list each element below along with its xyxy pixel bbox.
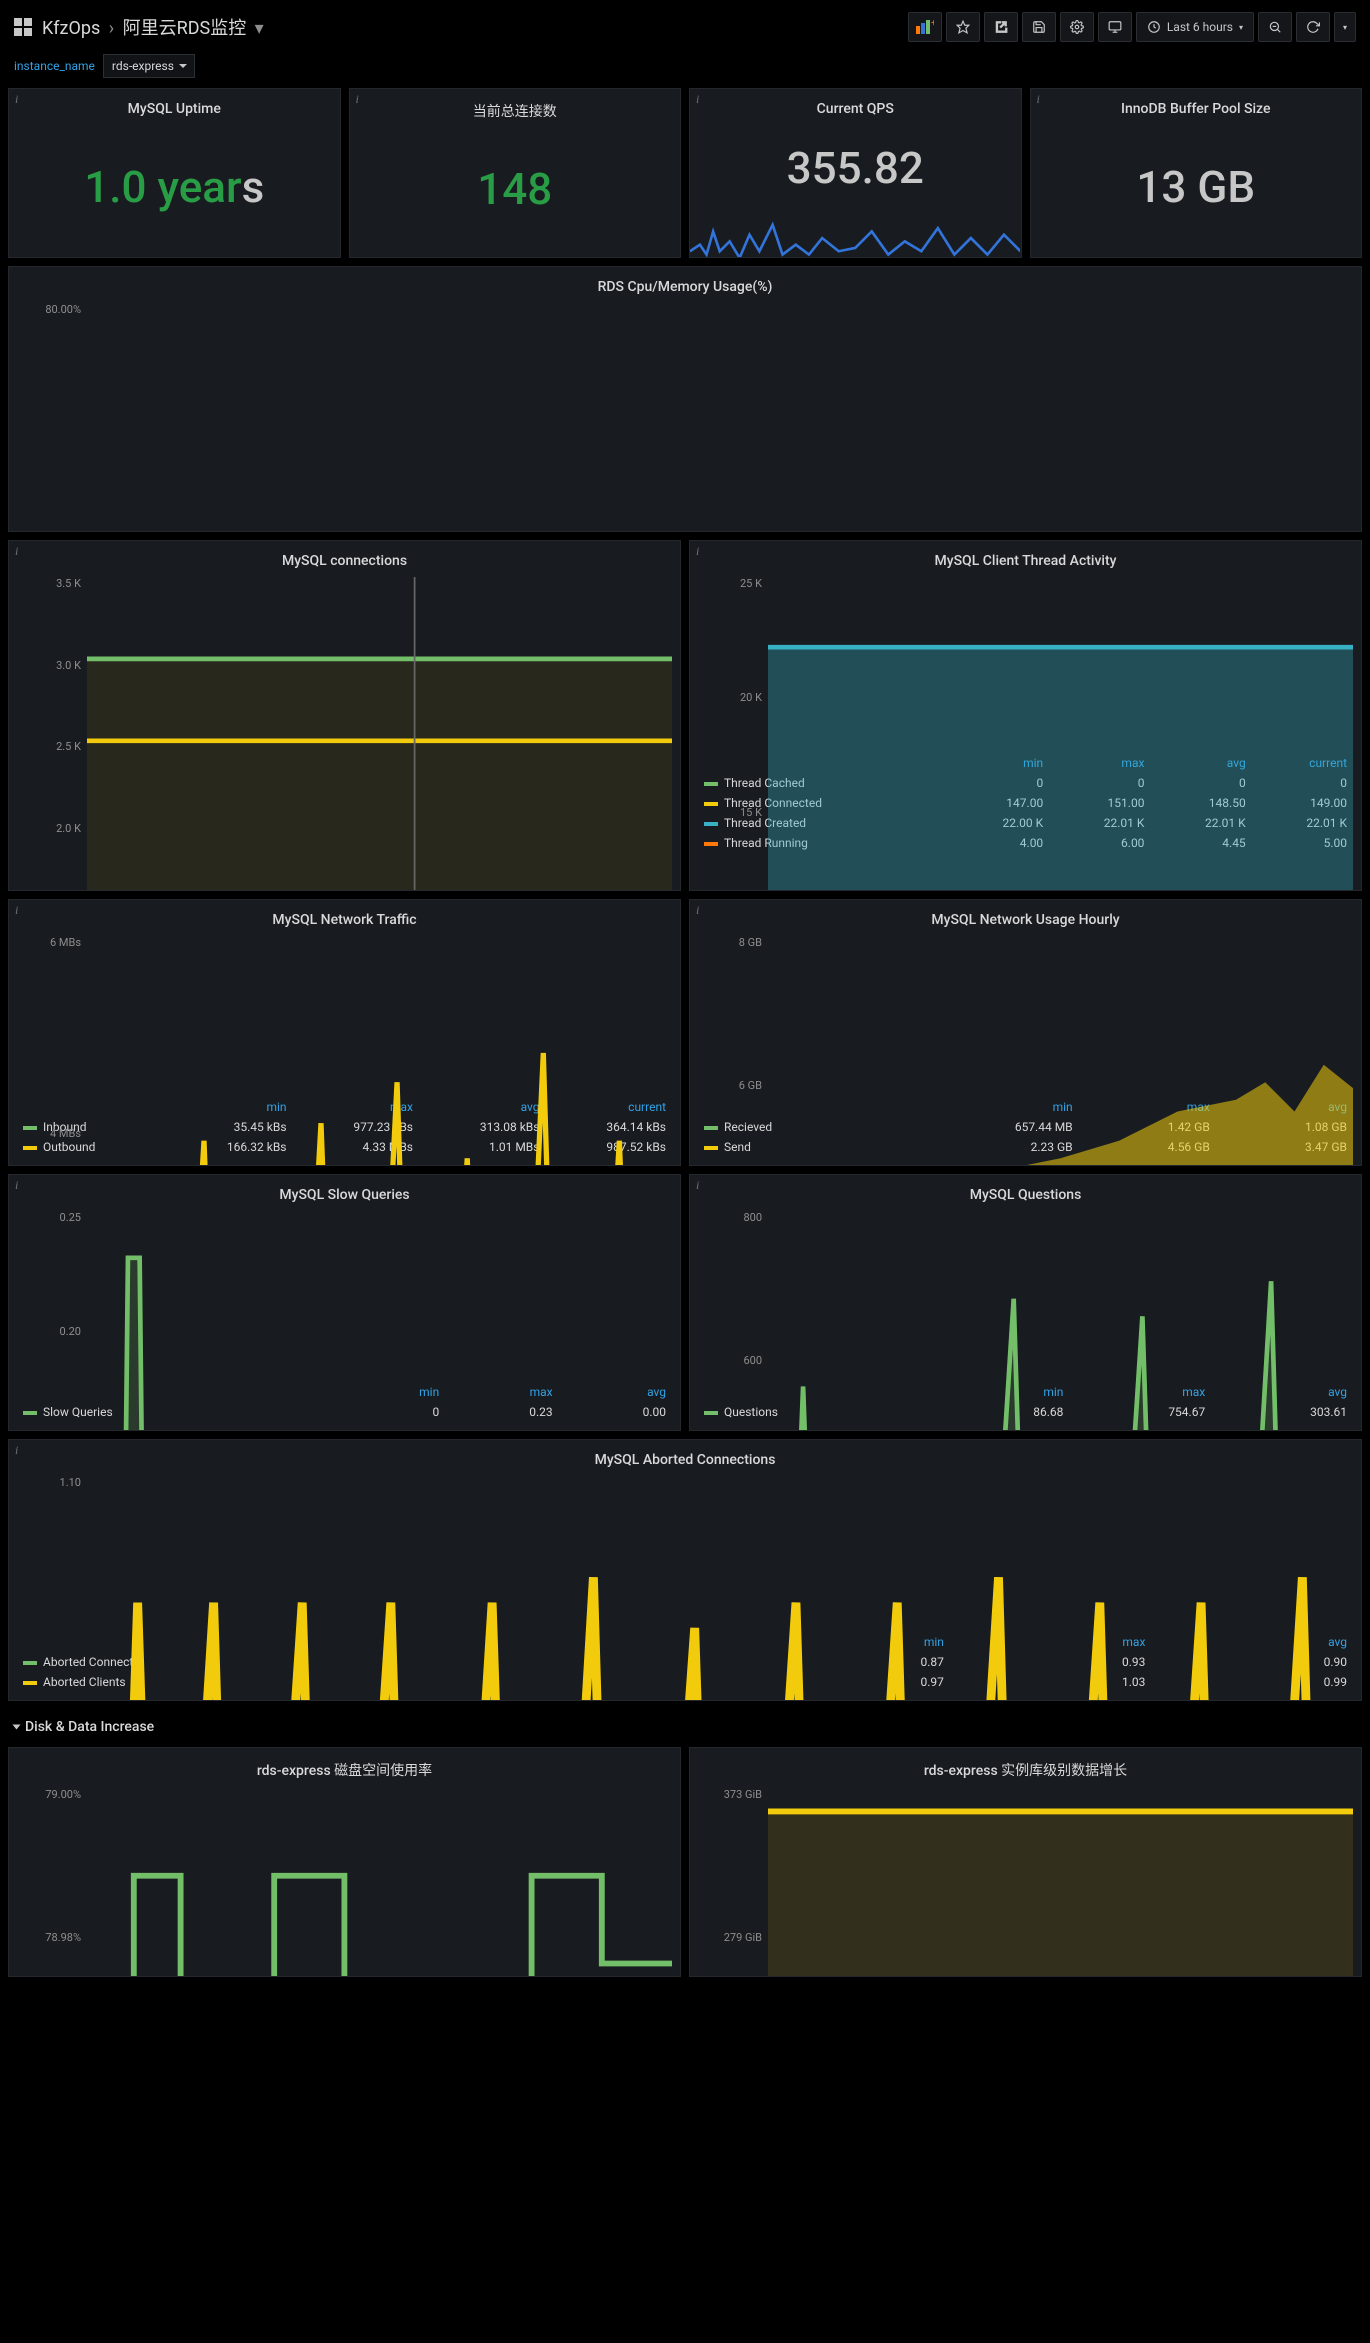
- stat-qps-value: 355.82: [787, 142, 924, 194]
- stat-conn-value: 148: [477, 163, 552, 215]
- chart-area[interactable]: [768, 577, 1353, 891]
- view-mode-button[interactable]: [1098, 12, 1132, 42]
- y-axis: 80.00%60.00%40.00%20.00%0%: [17, 303, 87, 532]
- info-icon[interactable]: i: [696, 92, 699, 107]
- variable-label: instance_name: [14, 59, 95, 73]
- panel-title: MySQL Client Thread Activity: [698, 547, 1353, 577]
- panel-title: rds-express 磁盘空间使用率: [17, 1754, 672, 1788]
- breadcrumb: KfzOps › 阿里云RDS监控 ▾: [42, 14, 264, 40]
- info-icon[interactable]: i: [15, 1178, 18, 1193]
- panel-title: RDS Cpu/Memory Usage(%): [17, 273, 1353, 303]
- variable-dropdown[interactable]: rds-express: [103, 54, 195, 78]
- dashboard-name[interactable]: 阿里云RDS监控: [123, 18, 247, 39]
- panel-title: MySQL Slow Queries: [17, 1181, 672, 1211]
- chart-area[interactable]: [87, 1211, 672, 1431]
- page-title: MySQL Uptime: [17, 95, 332, 125]
- chart-area[interactable]: [87, 1476, 1353, 1701]
- add-panel-button[interactable]: +: [908, 12, 942, 42]
- star-button[interactable]: [946, 12, 980, 42]
- chart-area[interactable]: [87, 936, 672, 1166]
- panel-title: MySQL Aborted Connections: [17, 1446, 1353, 1476]
- workspace-link[interactable]: KfzOps: [42, 18, 100, 39]
- settings-button[interactable]: [1060, 12, 1094, 42]
- chart-area[interactable]: [768, 1788, 1353, 1977]
- chevron-down-icon[interactable]: ▾: [255, 18, 264, 39]
- info-icon[interactable]: i: [15, 903, 18, 918]
- page-title: 当前总连接数: [358, 95, 673, 129]
- info-icon[interactable]: i: [15, 544, 18, 559]
- panel-title: MySQL Network Traffic: [17, 906, 672, 936]
- y-axis: 1.101.051.000.950.900.85: [17, 1476, 87, 1701]
- page-title: Current QPS: [698, 95, 1013, 125]
- y-axis: 79.00%78.98%78.96%78.94%78.92%: [17, 1788, 87, 1977]
- stat-bufpool-value: 13 GB: [1136, 161, 1255, 213]
- y-axis: 6 MBs4 MBs2 MBs0 Bs: [17, 936, 87, 1166]
- panel-title: rds-express 实例库级别数据增长: [698, 1754, 1353, 1788]
- info-icon[interactable]: i: [696, 1178, 699, 1193]
- y-axis: 373 GiB279 GiB186 GiB93 GiB0 GiB: [698, 1788, 768, 1977]
- panel-title: MySQL Questions: [698, 1181, 1353, 1211]
- info-icon[interactable]: i: [696, 903, 699, 918]
- panel-title: MySQL connections: [17, 547, 672, 577]
- chart-area[interactable]: [87, 303, 1353, 532]
- panel-title: MySQL Network Usage Hourly: [698, 906, 1353, 936]
- y-axis: 8 GB6 GB4 GB2 GB0 B: [698, 936, 768, 1166]
- time-range-label: Last 6 hours: [1167, 20, 1233, 34]
- refresh-interval-picker[interactable]: ▾: [1334, 12, 1356, 42]
- page-title: InnoDB Buffer Pool Size: [1039, 95, 1354, 125]
- header-toolbar: + Last 6 hours ▾ ▾: [908, 12, 1356, 42]
- y-axis: 0.250.200.150.100.050: [17, 1211, 87, 1431]
- dashboard-icon[interactable]: [14, 18, 32, 36]
- chart-area[interactable]: [87, 1788, 672, 1977]
- info-icon[interactable]: i: [356, 92, 359, 107]
- chart-area[interactable]: [87, 577, 672, 891]
- info-icon[interactable]: i: [1037, 92, 1040, 107]
- y-axis: 25 K20 K15 K10 K5 K0: [698, 577, 768, 891]
- save-button[interactable]: [1022, 12, 1056, 42]
- chart-area[interactable]: [768, 936, 1353, 1166]
- refresh-button[interactable]: [1296, 12, 1330, 42]
- stat-uptime-unit: s: [242, 161, 265, 213]
- info-icon[interactable]: i: [15, 1443, 18, 1458]
- info-icon[interactable]: i: [696, 544, 699, 559]
- info-icon[interactable]: i: [15, 92, 18, 107]
- row-toggle-disk[interactable]: Disk & Data Increase: [8, 1709, 1362, 1739]
- share-button[interactable]: [984, 12, 1018, 42]
- stat-uptime-value: 1.0 year: [84, 161, 241, 213]
- qps-sparkline: [690, 205, 1021, 257]
- zoom-out-button[interactable]: [1258, 12, 1292, 42]
- svg-text:+: +: [931, 20, 934, 29]
- y-axis: 3.5 K3.0 K2.5 K2.0 K1.5 K1.0 K5000: [17, 577, 87, 891]
- time-range-picker[interactable]: Last 6 hours ▾: [1136, 12, 1254, 42]
- chart-area[interactable]: [768, 1211, 1353, 1431]
- y-axis: 8006004002000: [698, 1211, 768, 1431]
